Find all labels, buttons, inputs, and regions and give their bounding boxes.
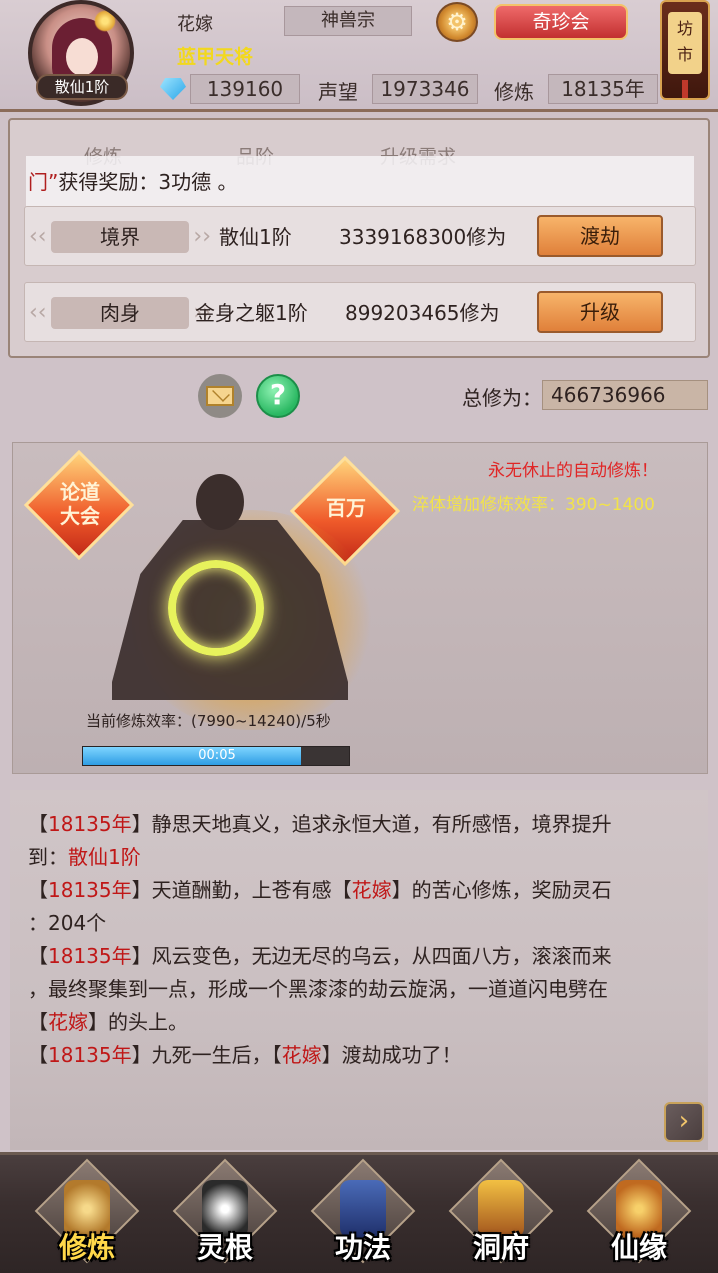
player-name: 花嫁	[177, 14, 213, 35]
rank-badge: 散仙1阶	[36, 74, 128, 100]
realm-requirement: 3339168300修为	[339, 225, 507, 249]
log-highlight: 18135年	[48, 1043, 132, 1067]
log-line: ：204个	[28, 907, 106, 939]
total-label: 总修为：	[462, 386, 542, 410]
log-line: 【18135年】天道酬勤，上苍有感【花嫁】的苦心修炼，奖励灵石	[28, 874, 612, 906]
announcement-banner: 门”获得奖励：3功德 。	[26, 156, 694, 208]
flower-icon	[94, 10, 116, 32]
nav-label: 灵根	[196, 1231, 253, 1264]
log-text: 【	[28, 1010, 48, 1034]
cultivation-years: 18135年	[548, 74, 658, 104]
body-row: 肉身 金身之躯1阶 899203465修为 升级	[24, 282, 696, 342]
next-arrow-icon[interactable]: ›	[664, 1102, 704, 1142]
body-requirement: 899203465修为	[345, 301, 500, 325]
log-line: 【18135年】九死一生后，【花嫁】渡劫成功了！	[28, 1039, 462, 1071]
log-text: 】九死一生后，【	[131, 1043, 282, 1067]
dujie-button[interactable]: 渡劫	[537, 215, 663, 257]
log-highlight: 花嫁	[281, 1043, 322, 1067]
log-text: 】静思天地真义，追求永恒大道，有所感悟，境界提升	[131, 812, 612, 836]
log-text: ，最终聚集到一点，形成一个黑漆漆的劫云旋涡，一道道闪电劈在	[28, 977, 608, 1001]
log-line: 【18135年】风云变色，无边无尽的乌云，从四面八方，滚滚而来	[28, 940, 612, 972]
qizhen-button[interactable]: 奇珍会	[494, 4, 628, 40]
tassel-icon	[682, 80, 688, 98]
log-text: 【	[28, 944, 48, 968]
log-text: ：204个	[28, 911, 107, 935]
realm-row: 境界 散仙1阶 3339168300修为 渡劫	[24, 206, 696, 266]
log-highlight: 散仙1阶	[68, 845, 141, 869]
baiwan-label: 百万	[326, 496, 366, 520]
log-line: 到：散仙1阶	[28, 841, 141, 873]
fangshi-char: 坊	[676, 19, 693, 38]
nav-cave[interactable]: 洞府	[448, 1158, 554, 1270]
mail-icon[interactable]	[198, 374, 242, 418]
gear-icon[interactable]: ⚙	[436, 2, 478, 42]
log-text: 【	[28, 878, 48, 902]
log-highlight: 18135年	[48, 812, 132, 836]
total-value: 466736966	[542, 380, 708, 410]
rate-text: 当前修炼效率：(7990~14240)/5秒	[86, 712, 331, 730]
progress-bar: 00:05	[82, 746, 350, 766]
fangshi-label: 坊市	[668, 12, 702, 74]
nav-technique[interactable]: 功法	[310, 1158, 416, 1270]
figure-head	[196, 474, 244, 530]
log-highlight: 18135年	[48, 878, 132, 902]
nav-cultivate[interactable]: 修炼	[34, 1158, 140, 1270]
log-text: 】天道酬勤，上苍有感【	[131, 878, 352, 902]
log-line: 【18135年】静思天地真义，追求永恒大道，有所感悟，境界提升	[28, 808, 612, 840]
fangshi-char: 市	[676, 45, 693, 64]
log-text: 【	[28, 1043, 48, 1067]
nav-label: 修炼	[58, 1231, 115, 1264]
log-text: 】的苦心修炼，奖励灵石	[391, 878, 612, 902]
nav-spirit-root[interactable]: 灵根	[172, 1158, 278, 1270]
log-highlight: 花嫁	[351, 878, 392, 902]
fangshi-button[interactable]: 坊市	[660, 0, 710, 100]
body-stage: 金身之躯1阶	[195, 301, 308, 325]
lundao-label: 论道大会	[60, 480, 100, 528]
log-text: 】的头上。	[88, 1010, 188, 1034]
log-highlight: 花嫁	[48, 1010, 88, 1034]
efficiency-text: 淬体增加修炼效率：390~1400	[412, 495, 655, 515]
body-tag: 肉身	[29, 297, 211, 329]
realm-stage: 散仙1阶	[219, 225, 292, 249]
log-line: ，最终聚集到一点，形成一个黑漆漆的劫云旋涡，一道道闪电劈在	[28, 973, 608, 1005]
nav-label: 洞府	[472, 1231, 529, 1264]
player-title: 蓝甲天将	[177, 46, 254, 68]
realm-tag: 境界	[29, 221, 211, 253]
upgrade-button[interactable]: 升级	[537, 291, 663, 333]
log-highlight: 18135年	[48, 944, 132, 968]
event-log: 【18135年】静思天地真义，追求永恒大道，有所感悟，境界提升 到：散仙1阶 【18…	[10, 790, 708, 1150]
announcement-source: 门”	[28, 170, 59, 194]
energy-orb	[168, 560, 264, 656]
log-text: 到：	[28, 845, 68, 869]
progress-time: 00:05	[198, 748, 236, 763]
announcement-text: 获得奖励：3功德 。	[58, 170, 238, 194]
sect-name[interactable]: 神兽宗	[284, 6, 412, 36]
reputation-value: 1973346	[372, 74, 478, 104]
help-icon[interactable]: ?	[256, 374, 300, 418]
log-text: 】风云变色，无边无尽的乌云，从四面八方，滚滚而来	[131, 944, 612, 968]
nav-label: 仙缘	[610, 1231, 667, 1264]
nav-immortal-fate[interactable]: 仙缘	[586, 1158, 692, 1270]
log-line: 【花嫁】的头上。	[28, 1006, 188, 1038]
reputation-label: 声望	[318, 80, 358, 104]
gem-count: 139160	[190, 74, 300, 104]
avatar-face	[66, 38, 98, 76]
auto-cultivate-text: 永无休止的自动修炼！	[488, 461, 658, 481]
nav-label: 功法	[334, 1231, 391, 1264]
log-text: 】渡劫成功了！	[321, 1043, 462, 1067]
cultivation-label: 修炼	[494, 80, 534, 104]
log-text: 【	[28, 812, 48, 836]
